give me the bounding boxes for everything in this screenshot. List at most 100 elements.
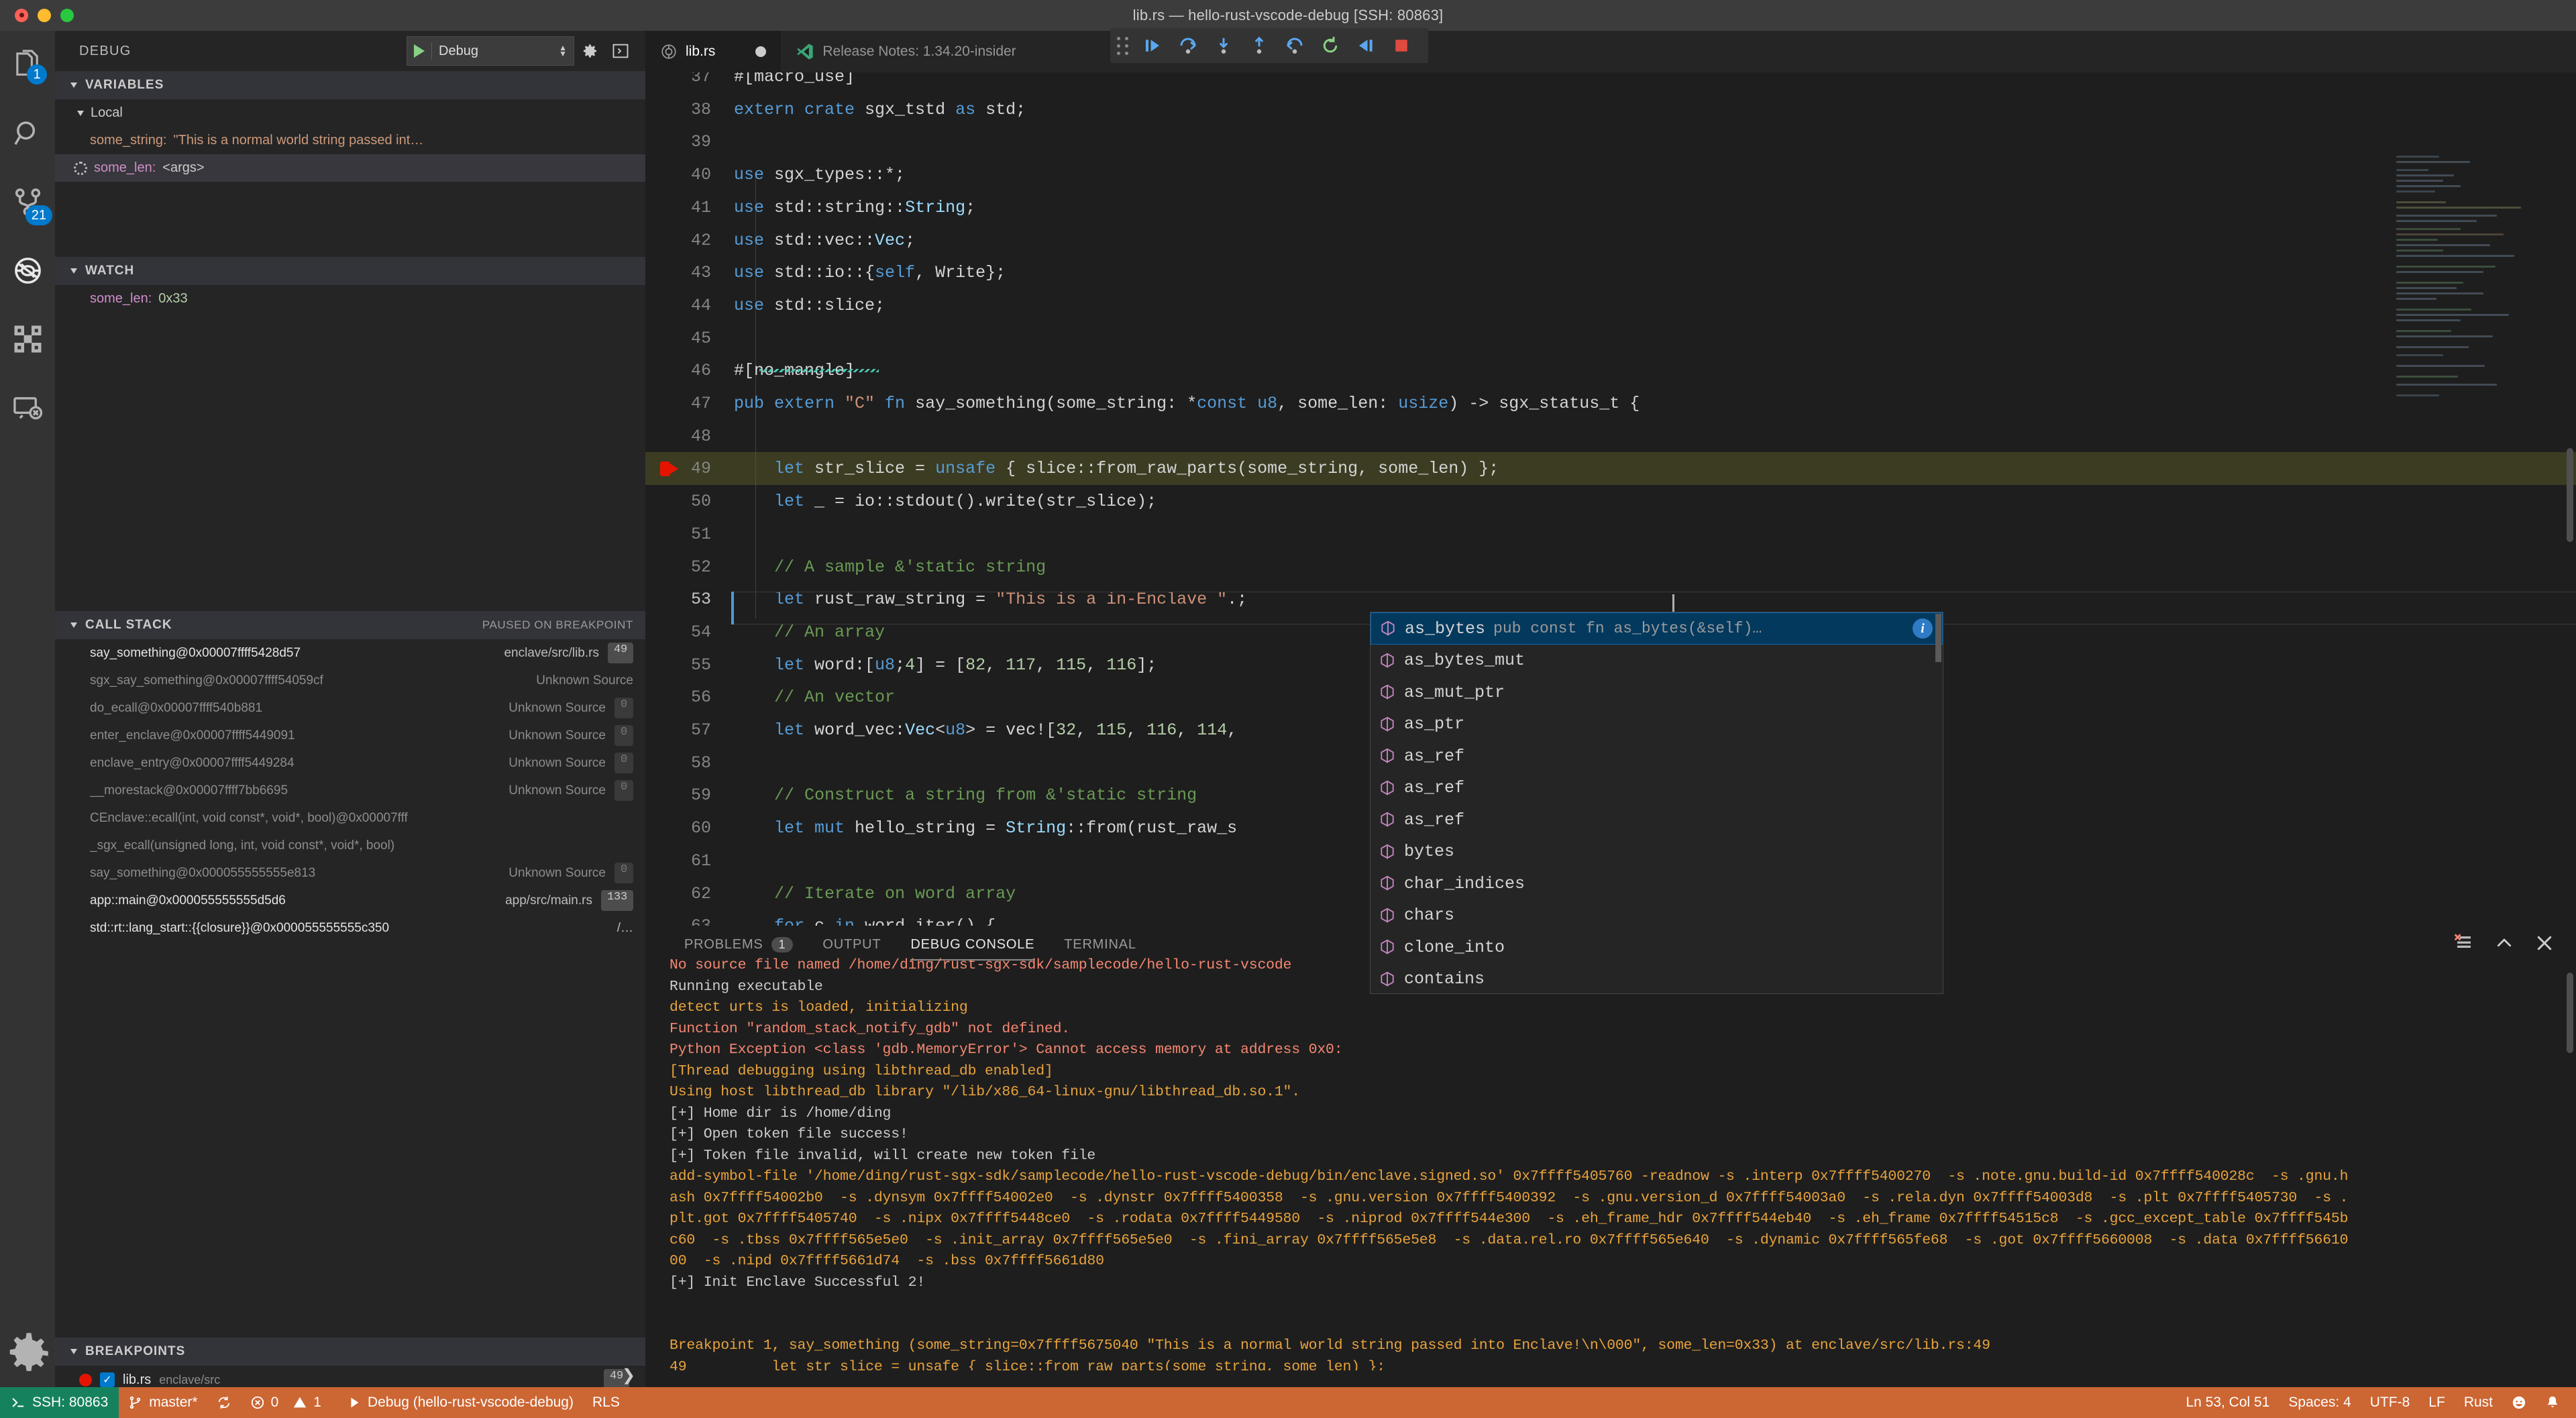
step-over-button[interactable]: [1170, 28, 1205, 63]
call-stack-row[interactable]: _sgx_ecall(unsigned long, int, void cons…: [55, 832, 645, 859]
suggestion-item[interactable]: as_ref: [1371, 741, 1943, 773]
feedback-button[interactable]: [2502, 1387, 2536, 1418]
suggestion-item[interactable]: as_ptr: [1371, 708, 1943, 741]
suggestion-item[interactable]: bytes: [1371, 836, 1943, 868]
debug-configuration-select[interactable]: Debug ▲▼: [407, 36, 574, 66]
code-line[interactable]: 45: [645, 322, 2576, 355]
watch-row[interactable]: some_len: 0x33: [55, 285, 645, 313]
watch-section-header[interactable]: WATCH: [55, 257, 645, 285]
suggestion-item[interactable]: as_ref: [1371, 772, 1943, 804]
code-line[interactable]: 52 // A sample &'static string: [645, 551, 2576, 584]
code-line[interactable]: 37#[macro_use]: [645, 72, 2576, 93]
step-back-button[interactable]: [1348, 28, 1383, 63]
method-icon: [1379, 778, 1396, 798]
close-window-button[interactable]: [15, 9, 28, 22]
drag-handle[interactable]: [1117, 37, 1129, 55]
maximize-panel-button[interactable]: [2494, 933, 2514, 957]
code-line[interactable]: 38extern crate sgx_tstd as std;: [645, 93, 2576, 126]
sync-button[interactable]: [207, 1387, 241, 1418]
stop-button[interactable]: [1383, 28, 1419, 63]
call-stack-row[interactable]: app::main@0x000055555555d5d6app/src/main…: [55, 887, 645, 914]
call-stack-row[interactable]: __morestack@0x00007ffff7bb6695Unknown So…: [55, 777, 645, 804]
console-scrollbar[interactable]: [2567, 973, 2573, 1053]
code-line[interactable]: 44use std::slice;: [645, 289, 2576, 322]
editor-scrollbar[interactable]: [2567, 448, 2573, 542]
activity-debug[interactable]: [0, 236, 55, 305]
branch-icon: [128, 1395, 143, 1410]
breakpoints-section-header[interactable]: BREAKPOINTS: [55, 1338, 645, 1366]
cursor-position[interactable]: Ln 53, Col 51: [2176, 1387, 2279, 1418]
restart-button[interactable]: [1312, 28, 1348, 63]
window-controls[interactable]: [15, 9, 74, 22]
activity-source-control[interactable]: 21: [0, 168, 55, 236]
notifications-button[interactable]: [2536, 1387, 2569, 1418]
step-out-button[interactable]: [1241, 28, 1277, 63]
variables-scope-local[interactable]: Local: [55, 99, 645, 127]
breakpoint-enabled-checkbox[interactable]: ✓: [100, 1372, 115, 1387]
code-line[interactable]: 39: [645, 125, 2576, 158]
open-debug-console-button[interactable]: [605, 36, 636, 66]
language-server-indicator[interactable]: RLS: [583, 1387, 629, 1418]
variable-row[interactable]: some_string: "This is a normal world str…: [55, 127, 645, 154]
maximize-window-button[interactable]: [60, 9, 74, 22]
debug-console-output[interactable]: No source file named /home/ding/rust-sgx…: [645, 957, 2576, 1370]
suggestion-widget[interactable]: as_bytespub const fn as_bytes(&self)…ias…: [1370, 612, 1943, 994]
activity-settings[interactable]: [0, 1320, 55, 1387]
activity-remote-explorer[interactable]: [0, 373, 55, 441]
call-stack-row[interactable]: enter_enclave@0x00007ffff5449091Unknown …: [55, 722, 645, 749]
remote-indicator[interactable]: SSH: 80863: [0, 1387, 119, 1418]
debug-target-indicator[interactable]: Debug (hello-rust-vscode-debug): [331, 1387, 583, 1418]
tab-release-notes[interactable]: Release Notes: 1.34.20-insider: [781, 31, 1030, 72]
eol-setting[interactable]: LF: [2419, 1387, 2455, 1418]
call-stack-row[interactable]: say_something@0x000055555555e813Unknown …: [55, 859, 645, 887]
code-line[interactable]: 42use std::vec::Vec;: [645, 224, 2576, 257]
code-line[interactable]: 47pub extern "C" fn say_something(some_s…: [645, 387, 2576, 420]
clear-console-button[interactable]: [2454, 933, 2474, 957]
suggestion-item[interactable]: contains: [1371, 963, 1943, 995]
call-stack-row[interactable]: do_ecall@0x00007ffff540b881Unknown Sourc…: [55, 694, 645, 722]
code-line[interactable]: 43use std::io::{self, Write};: [645, 256, 2576, 289]
activity-explorer[interactable]: 1: [0, 31, 55, 99]
code-line[interactable]: 50 let _ = io::stdout().write(str_slice)…: [645, 485, 2576, 518]
branch-indicator[interactable]: master*: [119, 1387, 207, 1418]
code-line[interactable]: 40use sgx_types::*;: [645, 158, 2576, 191]
activity-search[interactable]: [0, 99, 55, 168]
activity-extensions[interactable]: [0, 305, 55, 373]
step-into-button[interactable]: [1205, 28, 1241, 63]
call-stack-row[interactable]: say_something@0x00007ffff5428d57enclave/…: [55, 639, 645, 667]
call-stack-row[interactable]: sgx_say_something@0x00007ffff54059cfUnkn…: [55, 667, 645, 694]
encoding-setting[interactable]: UTF-8: [2361, 1387, 2420, 1418]
call-stack-row[interactable]: std::rt::lang_start::{{closure}}@0x00005…: [55, 914, 645, 942]
tab-dirty-indicator[interactable]: [755, 46, 766, 57]
chevron-right-icon[interactable]: ❯: [622, 1366, 635, 1385]
close-panel-button[interactable]: [2534, 933, 2555, 957]
call-stack-row[interactable]: enclave_entry@0x00007ffff5449284Unknown …: [55, 749, 645, 777]
problems-indicator[interactable]: 0 1: [241, 1387, 331, 1418]
suggestion-item[interactable]: as_bytes_mut: [1371, 645, 1943, 677]
indentation-setting[interactable]: Spaces: 4: [2279, 1387, 2360, 1418]
code-line[interactable]: 46#[no_mangle]: [645, 354, 2576, 387]
code-line[interactable]: 48: [645, 420, 2576, 453]
variables-section-header[interactable]: VARIABLES: [55, 71, 645, 99]
suggestion-item[interactable]: chars: [1371, 899, 1943, 932]
variable-row[interactable]: some_len: <args>: [55, 154, 645, 182]
call-stack-section-header[interactable]: CALL STACK PAUSED ON BREAKPOINT: [55, 611, 645, 639]
suggestion-item[interactable]: clone_into: [1371, 932, 1943, 964]
tab-lib-rs[interactable]: lib.rs: [645, 31, 781, 72]
suggestion-item[interactable]: char_indices: [1371, 868, 1943, 900]
reverse-step-button[interactable]: [1277, 28, 1312, 63]
suggestion-scrollbar[interactable]: [1935, 614, 1941, 662]
suggestion-info-icon[interactable]: i: [1913, 618, 1933, 639]
continue-button[interactable]: [1134, 28, 1170, 63]
code-line[interactable]: 41use std::string::String;: [645, 191, 2576, 224]
suggestion-item[interactable]: as_bytespub const fn as_bytes(&self)…i: [1371, 612, 1943, 645]
call-stack-row[interactable]: CEnclave::ecall(int, void const*, void*,…: [55, 804, 645, 832]
code-line[interactable]: 49 let str_slice = unsafe { slice::from_…: [645, 452, 2576, 485]
language-mode[interactable]: Rust: [2455, 1387, 2502, 1418]
debug-settings-button[interactable]: [574, 36, 605, 66]
suggestion-item[interactable]: as_ref: [1371, 804, 1943, 836]
minimize-window-button[interactable]: [38, 9, 51, 22]
minimap[interactable]: [2396, 152, 2564, 440]
suggestion-item[interactable]: as_mut_ptr: [1371, 677, 1943, 709]
code-line[interactable]: 51: [645, 518, 2576, 551]
